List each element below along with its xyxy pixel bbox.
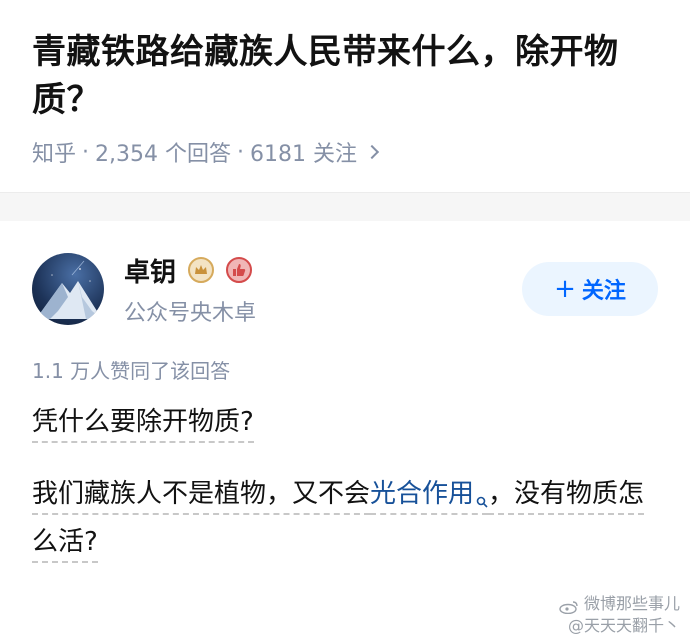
thumbs-up-badge-icon[interactable] bbox=[226, 257, 253, 283]
question-meta[interactable]: 知乎 · 2,354 个回答 · 6181 关注 bbox=[32, 136, 658, 168]
weibo-logo-icon bbox=[559, 598, 579, 614]
author-row: 卓钥 公众号央木卓 + 关注 bbox=[32, 249, 658, 329]
answer-card: 卓钥 公众号央木卓 + 关注 1.1 万人赞同了该回答 凭什么要除开物质? 我们… bbox=[0, 221, 690, 566]
search-keyword-link[interactable]: 光合作用 bbox=[370, 476, 489, 515]
question-header: 青藏铁路给藏族人民带来什么，除开物质？ 知乎 · 2,354 个回答 · 618… bbox=[0, 0, 690, 192]
upvote-count: 1.1 万人赞同了该回答 bbox=[32, 359, 231, 383]
crown-badge-icon[interactable] bbox=[188, 257, 215, 283]
watermark-handle: @天天天翻千丶 bbox=[567, 616, 680, 635]
author-name-row: 卓钥 bbox=[124, 252, 522, 289]
answer-text: 我们藏族人不是植物，又不会 bbox=[32, 479, 371, 515]
crown-icon bbox=[195, 265, 208, 274]
author-info: 卓钥 公众号央木卓 bbox=[124, 252, 522, 327]
search-icon bbox=[476, 476, 488, 508]
followers-count: 6181 关注 bbox=[250, 142, 357, 167]
follow-button[interactable]: + 关注 bbox=[522, 262, 658, 316]
question-title[interactable]: 青藏铁路给藏族人民带来什么，除开物质？ bbox=[32, 28, 658, 124]
mountain-avatar-image bbox=[36, 260, 102, 319]
meta-separator: · bbox=[237, 139, 244, 165]
plus-icon: + bbox=[554, 274, 576, 304]
answer-paragraph: 凭什么要除开物质? bbox=[32, 398, 658, 446]
source-label: 知乎 bbox=[32, 142, 77, 167]
answer-paragraph: 我们藏族人不是植物，又不会光合作用 ，没有物质怎么活? bbox=[32, 470, 658, 566]
meta-separator: · bbox=[82, 139, 90, 165]
answers-count: 2,354 个回答 bbox=[95, 142, 231, 167]
follow-label: 关注 bbox=[581, 279, 626, 304]
watermark-line: 微博那些事儿 bbox=[559, 593, 680, 615]
watermark-account: 微博那些事儿 bbox=[583, 594, 680, 613]
section-divider bbox=[0, 192, 690, 221]
author-name[interactable]: 卓钥 bbox=[124, 252, 176, 289]
avatar[interactable] bbox=[32, 253, 104, 325]
author-description: 公众号央木卓 bbox=[124, 300, 257, 326]
thumbs-up-icon bbox=[233, 264, 246, 276]
watermark: 微博那些事儿 @天天天翻千丶 bbox=[559, 593, 680, 637]
keyword-text: 光合作用 bbox=[370, 479, 475, 509]
chevron-right-icon bbox=[364, 144, 380, 160]
answer-text: 凭什么要除开物质? bbox=[32, 407, 254, 443]
